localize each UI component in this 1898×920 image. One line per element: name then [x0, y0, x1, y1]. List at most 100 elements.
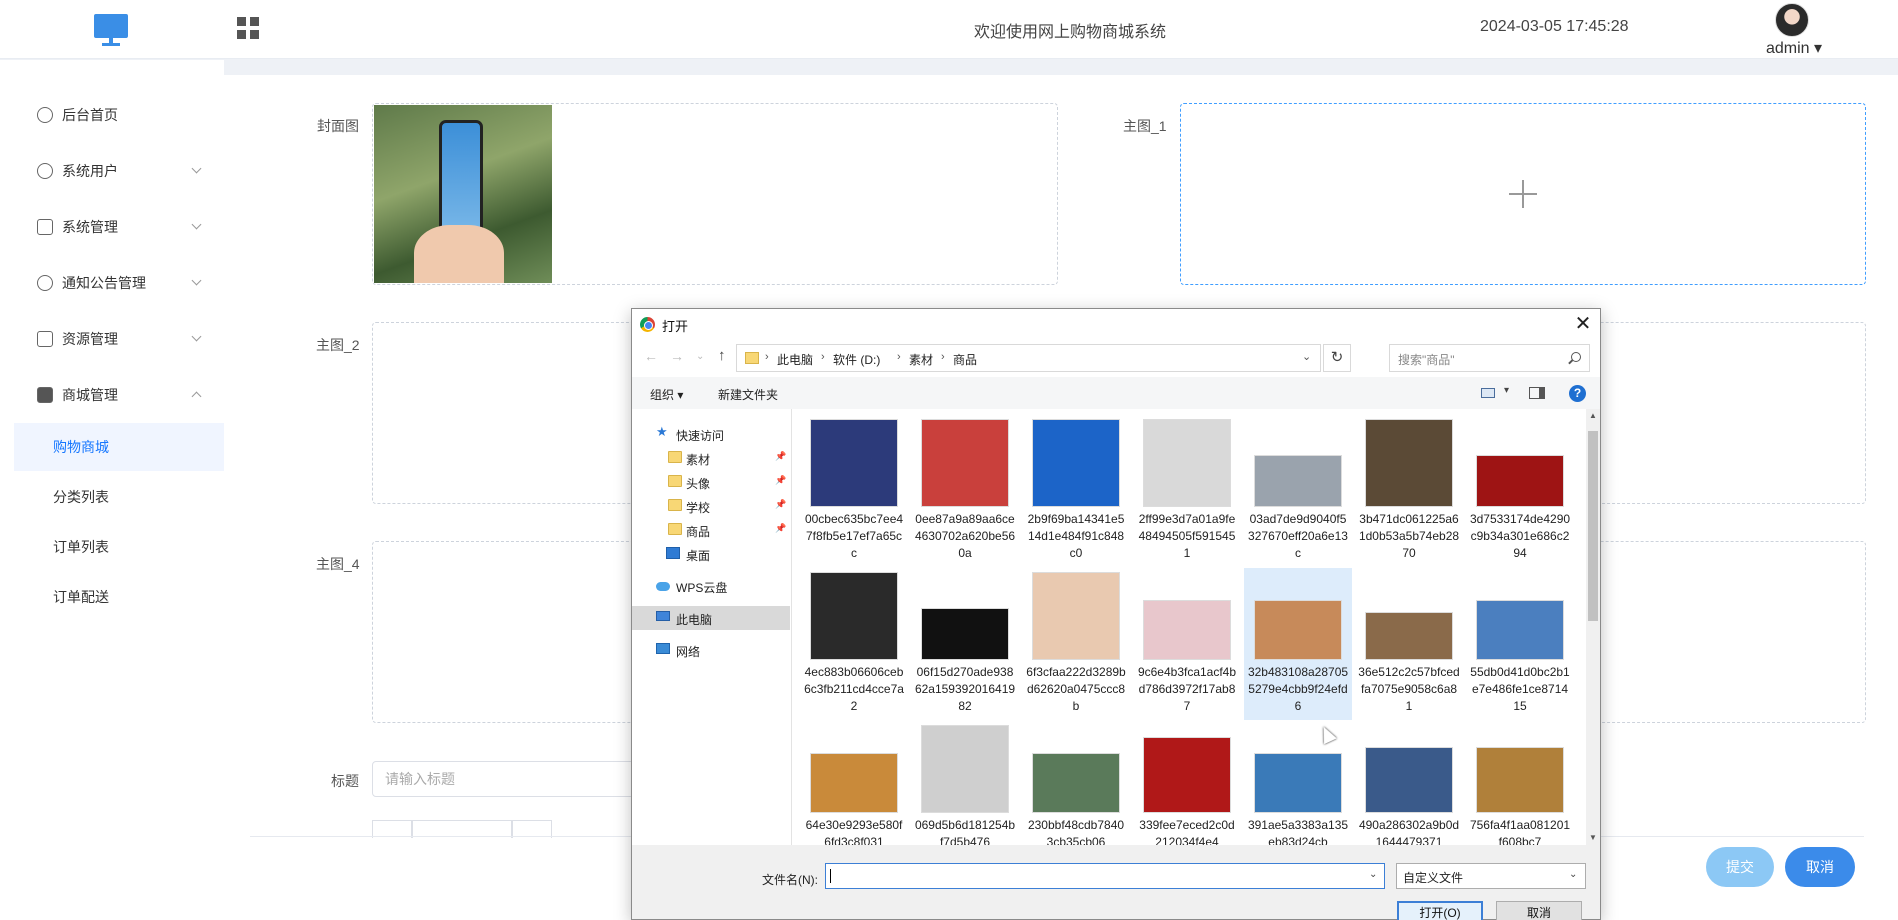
file-name: 00cbec635bc7ee47f8fb5e17ef7a65cc: [804, 512, 904, 560]
nav-label: 此电脑: [676, 613, 713, 627]
nav-folder-goods[interactable]: 商品 📌: [632, 518, 790, 542]
file-item[interactable]: 6f3cfaa222d3289bd62620a0475ccc8b: [1022, 568, 1130, 720]
preview-pane-icon[interactable]: [1529, 387, 1545, 399]
title-input[interactable]: 请输入标题: [372, 761, 642, 797]
vertical-scrollbar[interactable]: ▲ ▼: [1586, 409, 1600, 845]
filename-input[interactable]: ⌄: [825, 863, 1385, 889]
sidebar-item-users[interactable]: 系统用户: [0, 146, 224, 196]
file-name: 069d5b6d181254bf7d5b476: [914, 818, 1016, 845]
nav-quick-access[interactable]: ★ 快速访问: [632, 422, 790, 446]
nav-folder-material[interactable]: 素材 📌: [632, 446, 790, 470]
sidebar-item-resources[interactable]: 资源管理: [0, 314, 224, 364]
file-item[interactable]: 64e30e9293e580f6fd3c8f031: [800, 721, 908, 845]
forward-arrow-icon[interactable]: →: [670, 348, 684, 364]
nav-this-pc[interactable]: 此电脑: [632, 606, 790, 630]
up-arrow-icon[interactable]: ↑: [718, 347, 726, 364]
recent-dropdown-icon[interactable]: ⌄: [696, 351, 704, 362]
plus-icon[interactable]: [1509, 180, 1537, 208]
chevron-down-icon: [191, 219, 202, 230]
file-item[interactable]: 490a286302a9b0d1644479371: [1355, 721, 1463, 845]
user-icon: [37, 163, 53, 179]
chevron-down-icon[interactable]: ⌄: [1369, 869, 1377, 880]
file-type-select[interactable]: 自定义文件 ⌄: [1396, 863, 1586, 889]
file-item[interactable]: 00cbec635bc7ee47f8fb5e17ef7a65cc: [800, 415, 908, 567]
monitor-icon[interactable]: [94, 14, 128, 46]
file-name: 6f3cfaa222d3289bd62620a0475ccc8b: [1026, 665, 1126, 713]
sidebar-item-home[interactable]: 后台首页: [0, 90, 224, 140]
file-item[interactable]: 9c6e4b3fca1acf4bd786d3972f17ab87: [1133, 568, 1241, 720]
search-input[interactable]: 搜索"商品": [1389, 344, 1590, 372]
file-item[interactable]: 3b471dc061225a61d0b53a5b74eb2870: [1355, 415, 1463, 567]
file-item[interactable]: 230bbf48cdb78403cb35cb06: [1022, 721, 1130, 845]
file-item[interactable]: 2ff99e3d7a01a9fe48494505f5915451: [1133, 415, 1241, 567]
file-item[interactable]: 339fee7eced2c0d212034f4e4: [1133, 721, 1241, 845]
file-item[interactable]: 0ee87a9a89aa6ce4630702a620be560a: [911, 415, 1019, 567]
file-item[interactable]: 36e512c2c57bfcedfa7075e9058c6a81: [1355, 568, 1463, 720]
chevron-down-icon[interactable]: ▾: [1504, 385, 1509, 396]
close-icon[interactable]: ✕: [1570, 311, 1596, 337]
submenu-order-list[interactable]: 订单列表: [14, 523, 224, 571]
grid-icon[interactable]: [237, 17, 259, 39]
file-thumbnail: [1143, 419, 1231, 507]
submenu-shopping-mall[interactable]: 购物商城: [14, 423, 224, 471]
scrollbar-thumb[interactable]: [1588, 431, 1598, 621]
file-thumbnail: [1143, 737, 1231, 813]
clock-icon: [37, 107, 53, 123]
folder-icon: [668, 523, 682, 535]
breadcrumb-material[interactable]: 素材: [909, 351, 933, 368]
avatar[interactable]: [1775, 3, 1809, 37]
user-menu[interactable]: admin ▾: [1766, 38, 1822, 58]
new-folder-button[interactable]: 新建文件夹: [718, 386, 778, 403]
scroll-up-icon[interactable]: ▲: [1589, 411, 1597, 420]
sidebar-item-mall[interactable]: 商城管理: [0, 370, 224, 420]
dialog-titlebar[interactable]: 打开 ✕: [632, 309, 1600, 339]
organize-button[interactable]: 组织 ▾: [650, 386, 683, 403]
chevron-down-icon[interactable]: ⌄: [1302, 350, 1311, 363]
scroll-down-icon[interactable]: ▼: [1589, 833, 1597, 842]
main4-label: 主图_4: [316, 556, 360, 572]
file-item[interactable]: 55db0d41d0bc2b1e7e486fe1ce871415: [1466, 568, 1574, 720]
file-item[interactable]: 3d7533174de4290c9b34a301e686c294: [1466, 415, 1574, 567]
view-mode-icon[interactable]: [1481, 388, 1495, 398]
sidebar-item-notices[interactable]: 通知公告管理: [0, 258, 224, 308]
nav-desktop[interactable]: 桌面: [632, 542, 790, 566]
file-item[interactable]: 2b9f69ba14341e514d1e484f91c848c0: [1022, 415, 1130, 567]
command-bar: 组织 ▾ 新建文件夹 ▾ ?: [632, 377, 1600, 409]
refresh-icon[interactable]: ↻: [1323, 344, 1351, 372]
file-item[interactable]: 756fa4f1aa081201f608bc7: [1466, 721, 1574, 845]
file-name: 3b471dc061225a61d0b53a5b74eb2870: [1358, 512, 1460, 560]
file-name: 2ff99e3d7a01a9fe48494505f5915451: [1138, 512, 1236, 560]
file-thumbnail: [1476, 600, 1564, 660]
file-item[interactable]: 03ad7de9d9040f5327670eff20a6e13c: [1244, 415, 1352, 567]
file-item[interactable]: 32b483108a287055279e4cbb9f24efd6: [1244, 568, 1352, 720]
file-item[interactable]: 4ec883b06606ceb6c3fb211cd4cce7a2: [800, 568, 908, 720]
file-item[interactable]: 391ae5a3383a135eb83d24cb: [1244, 721, 1352, 845]
breadcrumb-this-pc[interactable]: 此电脑: [777, 351, 813, 368]
file-thumbnail: [1254, 455, 1342, 507]
breadcrumb-drive[interactable]: 软件 (D:): [833, 351, 880, 368]
chevron-down-icon: [191, 163, 202, 174]
breadcrumb-goods[interactable]: 商品: [953, 351, 977, 368]
dialog-cancel-button[interactable]: 取消: [1496, 901, 1582, 920]
chevron-down-icon: ⌄: [1569, 869, 1578, 880]
system-title: 欢迎使用网上购物商城系统: [973, 24, 1166, 41]
open-button[interactable]: 打开(O): [1397, 901, 1483, 920]
file-thumbnail: [921, 725, 1009, 813]
sidebar-item-system[interactable]: 系统管理: [0, 202, 224, 252]
address-bar[interactable]: › 此电脑 › 软件 (D:) › 素材 › 商品 ⌄: [736, 344, 1321, 372]
nav-wps-cloud[interactable]: WPS云盘: [632, 574, 790, 598]
nav-folder-avatar[interactable]: 头像 📌: [632, 470, 790, 494]
back-arrow-icon[interactable]: ←: [644, 348, 658, 364]
file-name: 06f15d270ade93862a15939201641982: [914, 665, 1016, 713]
file-item[interactable]: 069d5b6d181254bf7d5b476: [911, 721, 1019, 845]
nav-folder-school[interactable]: 学校 📌: [632, 494, 790, 518]
submenu-order-delivery[interactable]: 订单配送: [14, 573, 224, 621]
file-name: 55db0d41d0bc2b1e7e486fe1ce871415: [1470, 665, 1570, 713]
submit-button[interactable]: 提交: [1706, 847, 1774, 887]
help-icon[interactable]: ?: [1569, 385, 1586, 402]
chevron-down-icon: [191, 275, 202, 286]
cancel-button[interactable]: 取消: [1785, 847, 1855, 887]
submenu-category-list[interactable]: 分类列表: [14, 473, 224, 521]
file-item[interactable]: 06f15d270ade93862a15939201641982: [911, 568, 1019, 720]
nav-network[interactable]: 网络: [632, 638, 790, 662]
